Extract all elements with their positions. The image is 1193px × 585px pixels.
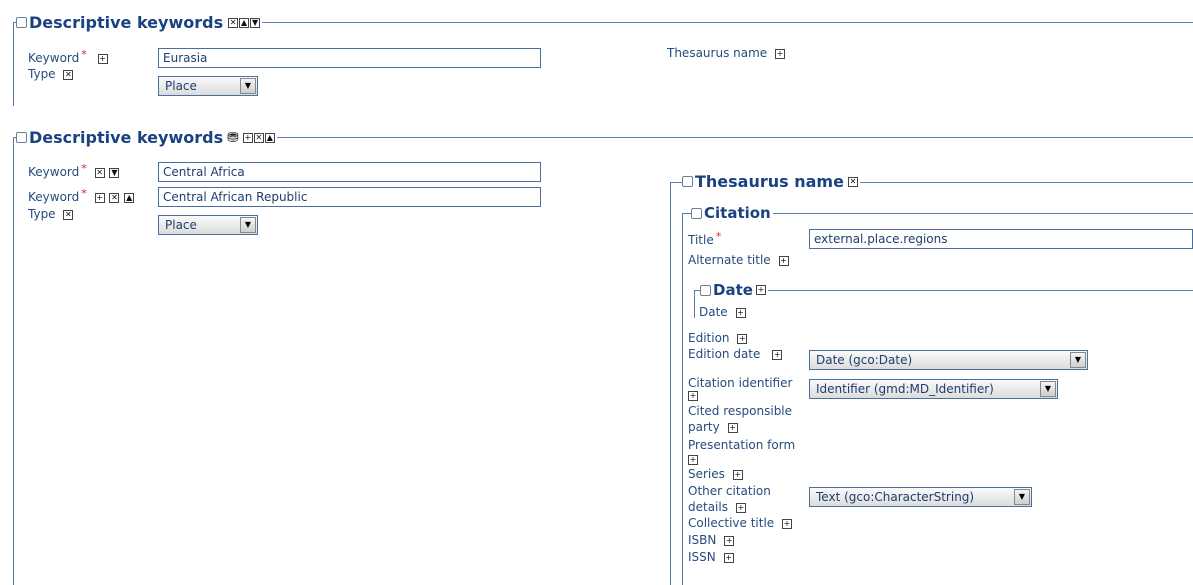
date-label: Date + <box>699 305 746 319</box>
edition-label: Edition + <box>688 331 748 345</box>
alternate-title-label: Alternate title + <box>688 253 789 267</box>
remove-type-icon[interactable]: ✕ <box>63 209 74 220</box>
required-marker: * <box>715 230 722 243</box>
chevron-down-icon: ▼ <box>240 217 256 233</box>
section1-keyword-input[interactable]: Eurasia <box>158 48 541 68</box>
section2-border-left <box>13 137 14 585</box>
section2-keyword1-label: Keyword * ✕ ▼ <box>28 162 120 179</box>
section1-type-label: Type ✕ <box>28 67 74 81</box>
edition-date-select[interactable]: Date (gco:Date) ▼ <box>809 350 1088 370</box>
thesaurus-border-left <box>670 182 671 585</box>
section2-title: Descriptive keywords <box>29 128 224 147</box>
remove-type-icon[interactable]: ✕ <box>63 69 74 80</box>
add-alternate-title-icon[interactable]: + <box>778 255 789 266</box>
section2-checkbox[interactable] <box>16 132 27 143</box>
section2-keyword1-input[interactable]: Central Africa <box>158 162 541 182</box>
section2-keyword2-label: Keyword * + ✕ ▲ <box>28 187 135 204</box>
add-collective-title-icon[interactable]: + <box>782 518 792 529</box>
other-citation-details-select[interactable]: Text (gco:CharacterString) ▼ <box>809 487 1032 507</box>
add-citation-identifier-icon[interactable]: + <box>688 391 698 401</box>
citation-identifier-select[interactable]: Identifier (gmd:MD_Identifier) ▼ <box>809 379 1058 399</box>
citation-title: Citation <box>704 204 771 222</box>
section2-header: Descriptive keywords ⛃ + ✕ ▲ <box>16 128 277 147</box>
remove-icon[interactable]: ✕ <box>847 176 858 187</box>
citation-title-label: Title * <box>688 230 722 247</box>
chevron-down-icon: ▼ <box>1040 381 1056 397</box>
add-presentation-form-icon[interactable]: + <box>688 455 698 465</box>
binoculars-icon[interactable]: ⛃ <box>227 130 239 146</box>
add-edition-icon[interactable]: + <box>737 333 748 344</box>
cited-responsible-party-label: Cited responsible <box>688 404 793 418</box>
remove-keyword-icon[interactable]: ✕ <box>94 167 105 178</box>
add-edition-date-icon[interactable]: + <box>772 349 783 360</box>
move-down-icon[interactable]: ▼ <box>250 17 261 28</box>
thesaurus-title: Thesaurus name <box>695 172 844 191</box>
citation-checkbox[interactable] <box>691 207 702 219</box>
collective-title-label: Collective title + <box>688 516 792 530</box>
section1-checkbox[interactable] <box>16 17 27 28</box>
chevron-down-icon: ▼ <box>1070 352 1086 368</box>
date-section-title: Date <box>713 281 753 299</box>
remove-keyword-icon[interactable]: ✕ <box>109 192 120 203</box>
cited-responsible-party-label-2: party + <box>688 420 738 434</box>
citation-identifier-label: Citation identifier <box>688 376 793 390</box>
add-cited-responsible-party-icon[interactable]: + <box>727 422 738 433</box>
date-header: Date + <box>700 281 768 299</box>
add-keyword-icon[interactable]: + <box>97 53 108 64</box>
section1-border-corner <box>13 22 14 30</box>
series-label: Series + <box>688 467 743 481</box>
citation-title-input[interactable]: external.place.regions <box>809 229 1193 249</box>
chevron-down-icon: ▼ <box>1014 489 1030 505</box>
chevron-down-icon: ▼ <box>240 78 256 94</box>
date-border-top <box>694 290 1193 291</box>
thesaurus-header: Thesaurus name ✕ <box>682 172 860 191</box>
section1-thesaurus-label: Thesaurus name + <box>667 46 785 60</box>
section1-title: Descriptive keywords <box>29 13 224 32</box>
required-marker: * <box>81 162 87 175</box>
required-marker: * <box>81 48 87 61</box>
edition-date-label: Edition date + <box>688 347 783 361</box>
add-issn-icon[interactable]: + <box>723 552 734 563</box>
move-down-icon[interactable]: ▼ <box>109 167 120 178</box>
remove-icon[interactable]: ✕ <box>253 132 264 143</box>
date-border-left <box>694 290 695 318</box>
section2-keyword2-input[interactable]: Central African Republic <box>158 187 541 207</box>
remove-icon[interactable]: ✕ <box>228 17 239 28</box>
section2-type-select[interactable]: Place ▼ <box>158 215 258 235</box>
other-citation-details-label: Other citation <box>688 484 771 498</box>
add-icon[interactable]: + <box>242 132 253 143</box>
section1-border-left <box>13 22 14 106</box>
other-citation-details-label-2: details + <box>688 500 746 514</box>
section1-type-select[interactable]: Place ▼ <box>158 76 258 96</box>
add-keyword-icon[interactable]: + <box>94 192 105 203</box>
isbn-label: ISBN + <box>688 533 735 547</box>
add-date-icon[interactable]: + <box>755 285 766 295</box>
move-up-icon[interactable]: ▲ <box>124 192 135 203</box>
section1-keyword-label: Keyword * + <box>28 48 108 65</box>
required-marker: * <box>81 187 87 200</box>
thesaurus-checkbox[interactable] <box>682 176 693 187</box>
add-date-value-icon[interactable]: + <box>735 307 746 318</box>
move-up-icon[interactable]: ▲ <box>264 132 275 143</box>
date-checkbox[interactable] <box>700 284 711 296</box>
section2-type-label: Type ✕ <box>28 207 74 221</box>
citation-header: Citation <box>691 204 773 222</box>
add-other-citation-details-icon[interactable]: + <box>735 502 746 513</box>
citation-border-left <box>682 213 683 585</box>
add-series-icon[interactable]: + <box>732 469 743 480</box>
add-isbn-icon[interactable]: + <box>724 535 735 546</box>
section1-header: Descriptive keywords ✕ ▲ ▼ <box>16 13 263 32</box>
add-thesaurus-icon[interactable]: + <box>775 48 785 59</box>
presentation-form-label: Presentation form <box>688 438 796 452</box>
issn-label: ISSN + <box>688 550 734 564</box>
move-up-icon[interactable]: ▲ <box>239 17 250 28</box>
